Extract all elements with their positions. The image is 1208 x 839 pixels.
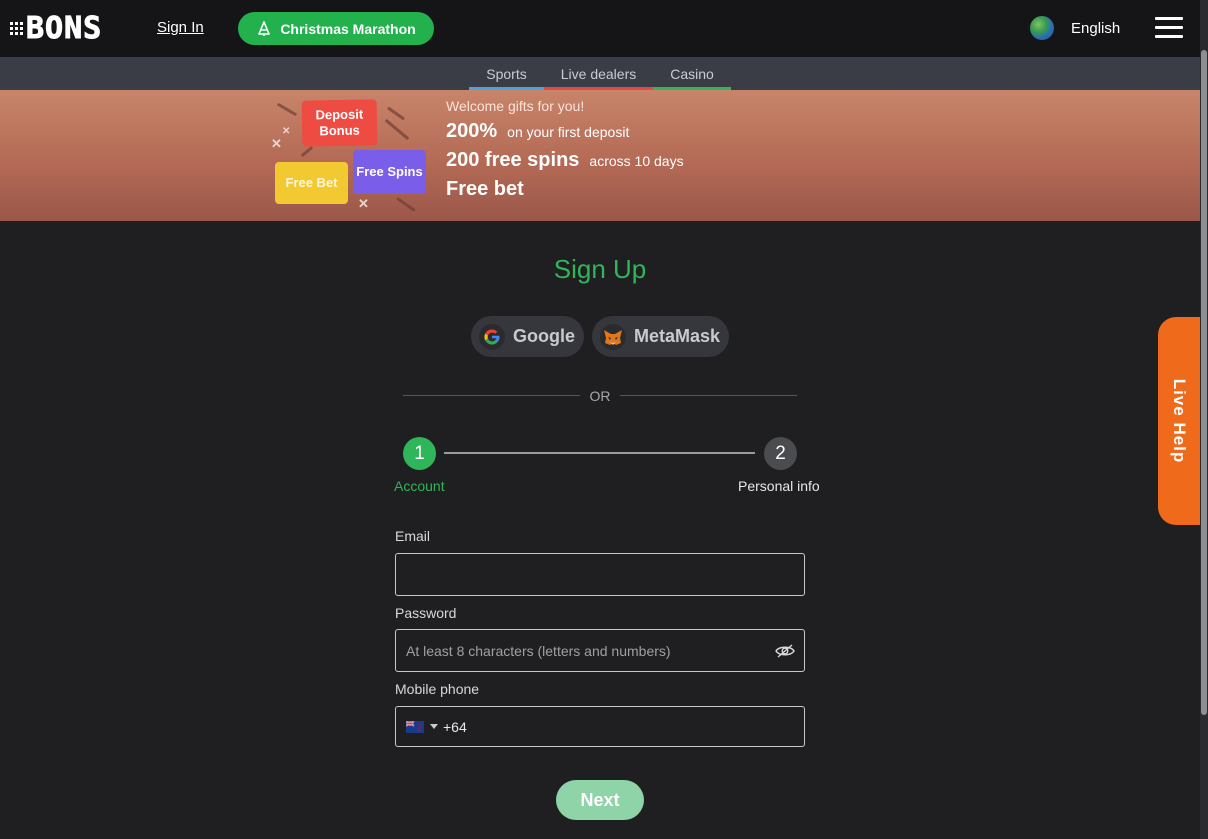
banner-deposit-text: on your first deposit (507, 124, 630, 140)
deposit-bonus-badge: Deposit Bonus (301, 99, 378, 147)
logo-dots-icon (10, 21, 23, 35)
banner-line-deposit: 200% on your first deposit (446, 120, 684, 143)
new-zealand-flag-icon[interactable] (406, 720, 424, 733)
tab-sports-label: Sports (486, 65, 527, 82)
logo-text: BONS (25, 10, 103, 46)
email-field[interactable] (396, 554, 804, 595)
banner-decoration-x: ✕ (271, 136, 282, 151)
tab-sports[interactable]: Sports (469, 57, 544, 90)
category-tabs: Sports Live dealers Casino (0, 57, 1200, 90)
metamask-label: MetaMask (634, 326, 721, 346)
step-progress-line (444, 452, 755, 454)
tab-casino-label: Casino (670, 65, 714, 82)
banner-decoration (396, 196, 416, 213)
hamburger-menu-icon[interactable] (1155, 17, 1183, 39)
tab-live-dealers[interactable]: Live dealers (544, 57, 653, 90)
scrollbar-thumb[interactable] (1201, 50, 1207, 715)
christmas-marathon-button[interactable]: Christmas Marathon (238, 12, 434, 45)
free-bet-badge: Free Bet (275, 162, 348, 204)
banner-spins-count: 200 free spins (446, 149, 580, 171)
banner-decoration-x: ✕ (358, 196, 369, 211)
christmas-tree-icon (258, 20, 271, 36)
or-divider-text: OR (589, 388, 611, 404)
banner-decoration (300, 145, 314, 158)
tab-casino[interactable]: Casino (653, 57, 731, 90)
mobile-phone-field-wrapper: +64 (395, 706, 805, 747)
password-field[interactable] (396, 630, 804, 671)
christmas-marathon-label: Christmas Marathon (280, 20, 416, 37)
step-2-label: Personal info (738, 478, 820, 494)
language-selector[interactable]: English (1030, 16, 1120, 40)
free-spins-badge: Free Spins (353, 150, 426, 194)
password-label: Password (395, 605, 457, 621)
sign-in-link[interactable]: Sign In (157, 19, 204, 36)
metamask-signup-button[interactable]: MetaMask (592, 316, 729, 357)
banner-free-bet: Free bet (446, 178, 524, 200)
banner-decoration (386, 106, 406, 121)
phone-country-code[interactable]: +64 (443, 719, 467, 735)
mobile-phone-label: Mobile phone (395, 681, 480, 697)
banner-text: Welcome gifts for you! 200% on your firs… (446, 98, 684, 201)
banner-decoration (276, 102, 298, 117)
or-divider-left (403, 395, 580, 396)
banner-spins-text: across 10 days (589, 153, 684, 169)
banner-line-freebet: Free bet (446, 178, 684, 201)
email-field-wrapper (395, 553, 805, 596)
password-field-wrapper (395, 629, 805, 672)
step-1-label: Account (394, 478, 445, 494)
signup-title: Sign Up (553, 254, 647, 284)
banner-decoration-x: ✕ (282, 126, 291, 137)
banner-welcome: Welcome gifts for you! (446, 98, 585, 114)
banner-line-spins: 200 free spins across 10 days (446, 149, 684, 172)
metamask-fox-icon (600, 323, 626, 350)
email-label: Email (395, 528, 431, 544)
google-icon (479, 323, 505, 350)
bons-logo[interactable]: BONS (10, 10, 103, 46)
live-help-button[interactable]: Live Help (1158, 317, 1200, 525)
next-button[interactable]: Next (556, 780, 644, 820)
google-label: Google (513, 326, 575, 346)
tab-live-dealers-label: Live dealers (560, 65, 637, 82)
step-2-circle: 2 (764, 437, 797, 470)
top-header: BONS Sign In Christmas Marathon English (0, 0, 1208, 57)
google-signup-button[interactable]: Google (471, 316, 584, 357)
banner-decoration (384, 118, 410, 141)
welcome-bonus-banner[interactable]: ✕ ✕ ✕ Deposit Bonus Free Bet Free Spins … (0, 90, 1200, 221)
page-scrollbar[interactable] (1200, 0, 1208, 839)
or-divider-right (620, 395, 797, 396)
country-dropdown-caret-icon[interactable] (430, 724, 438, 729)
hide-password-eye-icon[interactable] (775, 641, 795, 661)
step-1-circle: 1 (403, 437, 436, 470)
globe-icon (1030, 16, 1054, 40)
live-help-label: Live Help (1170, 378, 1189, 464)
banner-deposit-percent: 200% (446, 120, 498, 142)
language-label: English (1071, 19, 1121, 37)
